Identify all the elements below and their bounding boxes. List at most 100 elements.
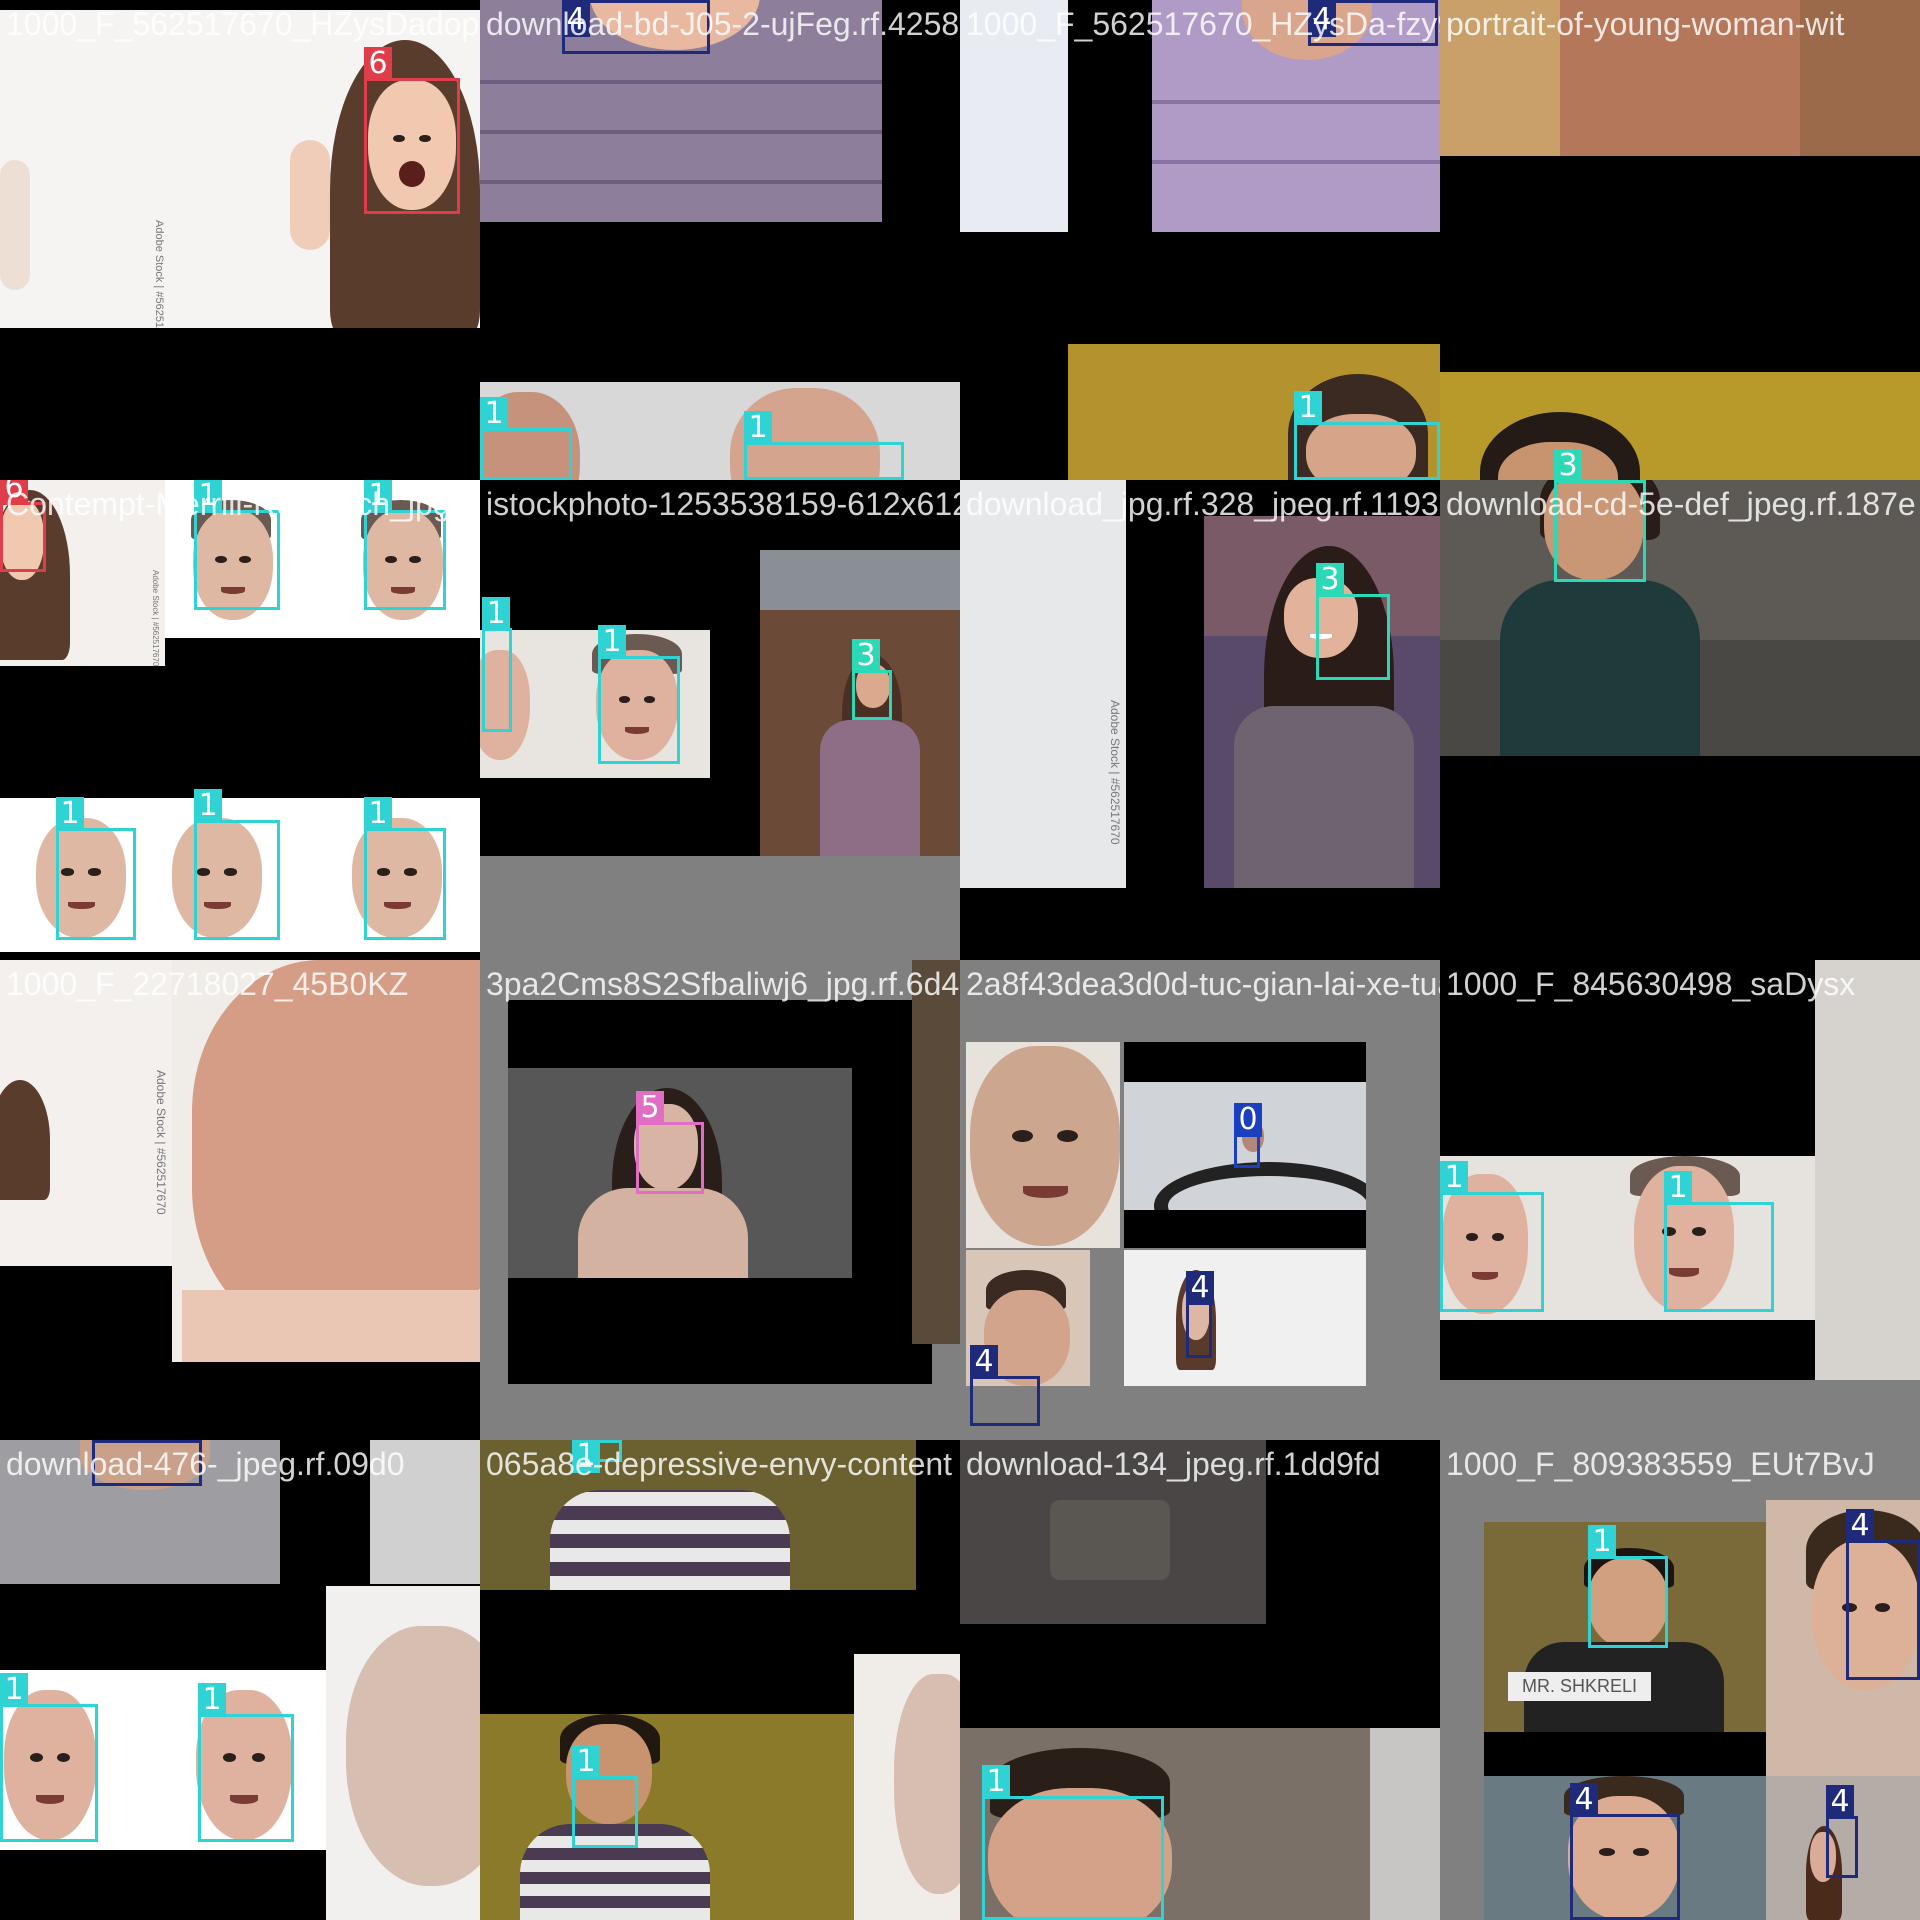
photo [912,960,960,1344]
padding [480,856,960,960]
bbox-label-0: 0 [1234,1103,1262,1168]
tile-filename: download-134_jpeg.rf.1dd9fd [966,1446,1381,1482]
class-tag: 4 [970,1345,998,1379]
watermark: Adobe Stock | #562517670 [151,570,160,666]
tile-14: 1 download-134_jpeg.rf.1dd9fd [960,1440,1440,1920]
photo [1440,372,1920,480]
tile-filename: download-cd-5e-def_jpeg.rf.187e [1446,486,1916,522]
tile-13: 1 1 065a8e-depressive-envy-content [480,1440,960,1920]
tile-6: Adobe Stock | #562517670 3 download_jpg.… [960,480,1440,960]
photo [1815,960,1920,1380]
photo [1124,1250,1366,1386]
tile-12: 4 1 1 download-476-_jpeg.rf.09d0 [0,1440,480,1920]
tile-5: 1 1 3 istockphoto-1253538159-612x612_jpg… [480,480,960,960]
class-tag: 6 [364,47,392,81]
photo [854,1654,960,1920]
bbox-label-1: 1 [598,625,680,764]
tile-filename: 3pa2Cms8S2Sfbaliwj6_jpg.rf.6d4 [486,966,960,1002]
class-tag: 1 [194,789,222,823]
tile-filename: 1000_F_562517670_HZysDa-fzy9Fn_portrait-… [966,6,1440,42]
watermark: Adobe Stock | #562517670 [1108,700,1122,845]
tile-2: 4 1 1000_F_562517670_HZysDa-fzy9Fn_portr… [960,0,1440,480]
bbox-label-1: 1 [982,1765,1164,1920]
bbox-label-1: 1 [198,1683,294,1842]
tile-1: 4 1 1 download-bd-J05-2-ujFeg.rf.4258 [480,0,960,480]
class-tag: 1 [480,397,508,431]
class-tag: 1 [56,797,84,831]
class-tag: 1 [482,597,510,631]
bbox-label-1: 1 [1588,1525,1668,1648]
class-tag: 4 [1846,1509,1874,1543]
bbox-label-1: 1 [56,797,136,940]
bbox-label-4: 4 [1570,1783,1680,1920]
tile-filename: istockphoto-1253538159-612x612_jpg.rf.32 [486,486,960,522]
class-tag: 3 [1316,563,1344,597]
bbox-label-4: 4 [1826,1785,1858,1878]
tile-filename: 1000_F_845630498_saDysx [1446,966,1856,1002]
tile-filename: Contempt-Merrill-Research_jpg.rf.b900c62… [6,486,480,522]
bbox-label-4: 4 [1186,1271,1214,1358]
watermark: Adobe Stock | #562517670 [154,1070,168,1215]
tile-4: Adobe Stock | #562517670 6 1 1 1 1 1 Con… [0,480,480,960]
tile-0: Adobe Stock | #562517670 6 1000_F_562517… [0,0,480,480]
tile-11: 1 1 1000_F_845630498_saDysx [1440,960,1920,1440]
tile-3: 3 portrait-of-young-woman-wit [1440,0,1920,480]
tile-7: 3 download-cd-5e-def_jpeg.rf.187e [1440,480,1920,960]
photo: Adobe Stock | #562517670 [0,960,172,1266]
tile-filename: 2a8f43dea3d0d-tuc-gian-lai-xe-tuan-minh [966,966,1440,1002]
watermark: Adobe Stock | #562517670 [153,220,165,328]
class-tag: 3 [1554,480,1582,483]
photo [172,960,480,1362]
class-tag: 1 [1440,1161,1468,1195]
class-tag: 1 [982,1765,1010,1799]
bbox-label-1: 1 [364,797,446,940]
tile-8: Adobe Stock | #562517670 1000_F_22718027… [0,960,480,1440]
tile-filename: download-bd-J05-2-ujFeg.rf.4258 [486,6,960,42]
photo: Adobe Stock | #562517670 [960,480,1126,888]
tile-filename: 1000_F_562517670_HZysDadopbE4J052-ujFeg.… [6,6,480,42]
class-tag: 4 [1826,1785,1854,1819]
bbox-label-1: 1 [572,1745,638,1848]
bbox-label-4: 4 [1846,1509,1920,1680]
class-tag: 3 [852,639,880,673]
class-tag: 3 [1554,449,1582,480]
bbox-label-1: 1 [0,1673,98,1842]
tile-filename: 1000_F_809383559_EUt7BvJ [1446,1446,1875,1482]
bbox-label-1: 1 [194,480,280,610]
class-tag: 0 [1234,1103,1262,1137]
class-tag: 1 [1294,391,1322,425]
class-tag: 1 [572,1745,600,1779]
bbox-label-1: 1 [482,597,512,732]
class-tag: 1 [598,625,626,659]
class-tag: 1 [0,1673,28,1707]
bbox-label-1: 1 [1440,1161,1544,1312]
bbox-label-1: 1 [364,480,446,610]
tile-filename: download-476-_jpeg.rf.09d0 [6,1446,405,1482]
class-tag: 1 [744,411,772,445]
tile-9: 5 3pa2Cms8S2Sfbaliwj6_jpg.rf.6d4 [480,960,960,1440]
class-tag: 4 [1186,1271,1214,1305]
tile-filename: portrait-of-young-woman-wit [1446,6,1845,42]
class-tag: 4 [1570,1783,1598,1817]
mosaic-grid: Adobe Stock | #562517670 6 1000_F_562517… [0,0,1920,1920]
photo [966,1042,1120,1248]
bbox-label-1: 1 [744,411,904,480]
class-tag: 1 [364,797,392,831]
tile-10: 0 4 4 2a8f43dea3d0d-tuc-gian-lai-xe-tuan… [960,960,1440,1440]
photo [480,1714,854,1920]
class-tag: 1 [198,1683,226,1717]
class-tag: 4 [92,1440,120,1443]
class-tag: 5 [636,1091,664,1125]
tile-filename: 065a8e-depressive-envy-content [486,1446,953,1482]
tile-15: MR. SHKRELI 1 4 4 4 1000_F_809383559_EUt… [1440,1440,1920,1920]
bbox-label-4: 4 [970,1345,1040,1426]
bbox-label-6: 6 [364,47,460,214]
bbox-label-1: 1 [480,397,572,480]
bbox-label-1: 1 [1294,391,1440,480]
bbox-label-3: 3 [852,639,892,720]
bbox-label-3: 3 [1316,563,1390,680]
bbox-label-1: 1 [1664,1171,1774,1312]
bbox-label-5: 5 [636,1091,704,1194]
photo [326,1586,480,1920]
tile-filename: download_jpg.rf.328_jpeg.rf.1193 [966,486,1439,522]
